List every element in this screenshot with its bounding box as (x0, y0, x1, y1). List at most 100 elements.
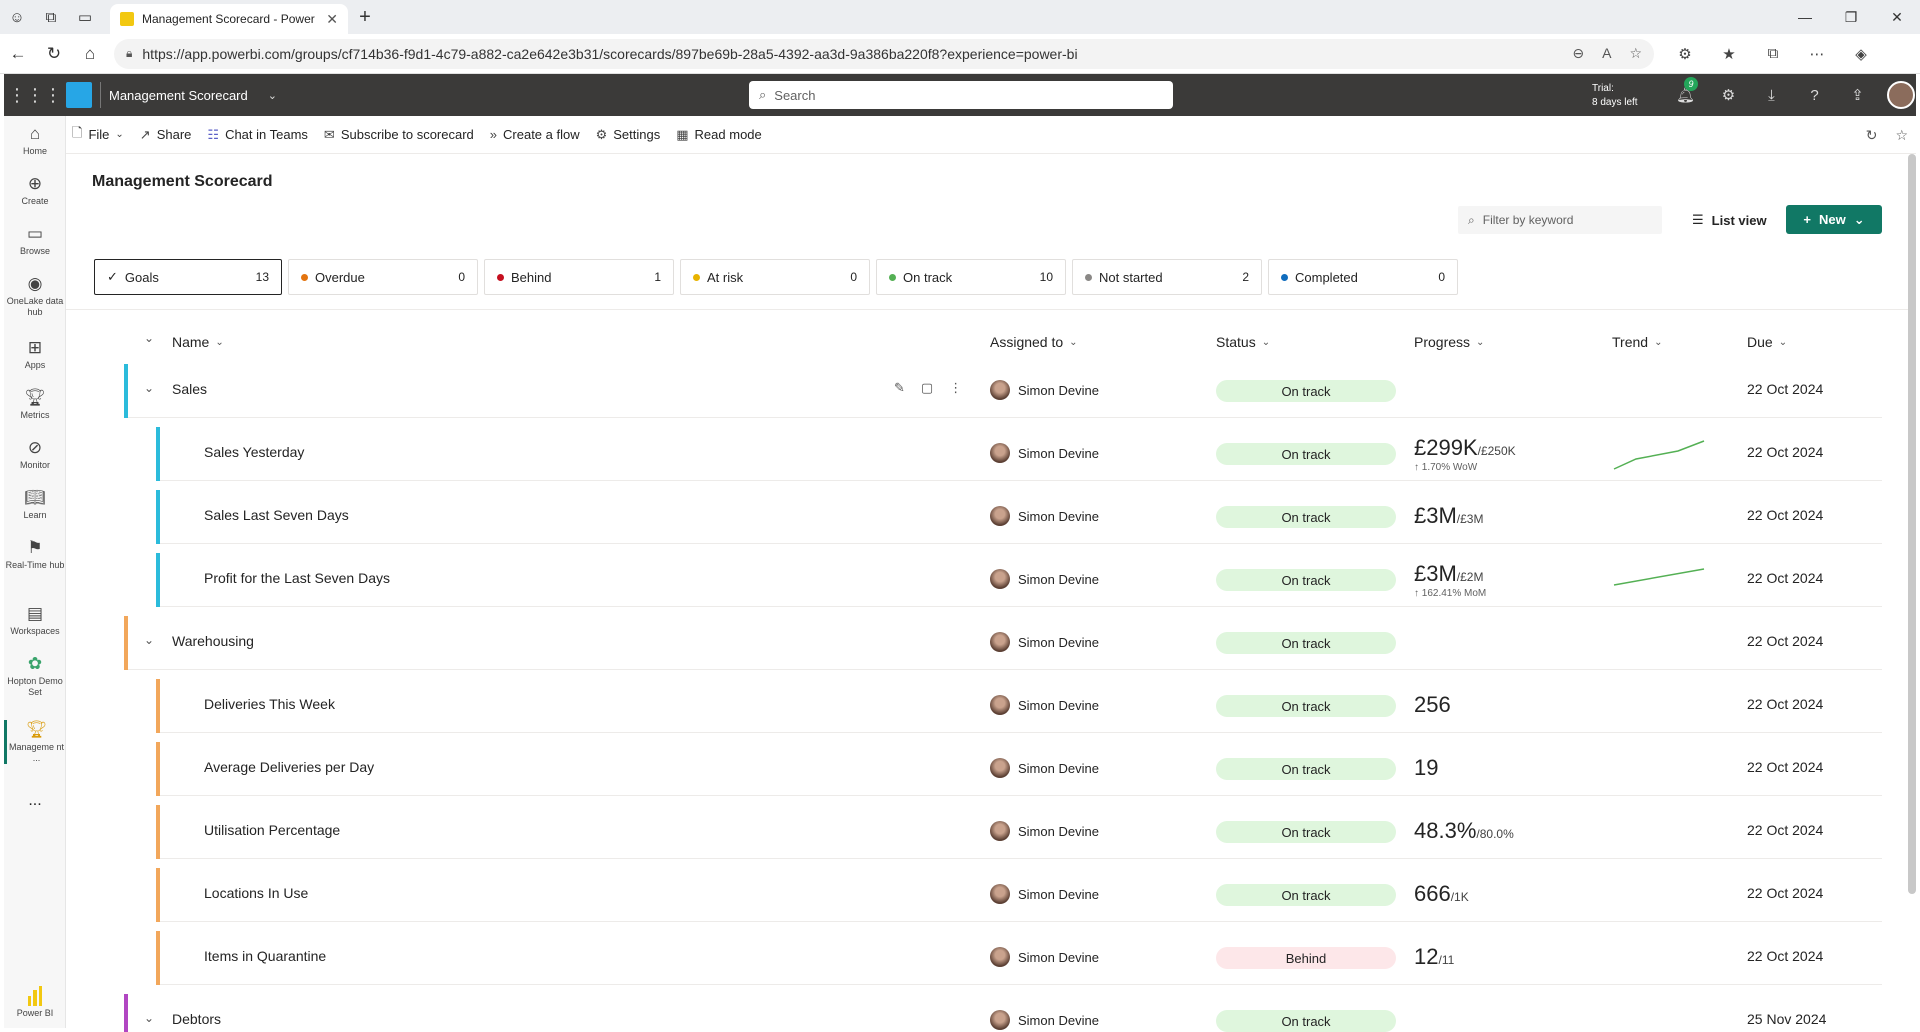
collections-icon[interactable]: ⧉ (1756, 45, 1790, 63)
goal-row[interactable]: Locations In Use Simon Devine On track 666/… (156, 868, 1882, 922)
home-icon[interactable]: ⌂ (72, 36, 108, 72)
goal-row[interactable]: Deliveries This Week Simon Devine On track… (156, 679, 1882, 733)
status-card-overdue[interactable]: Overdue 0 (288, 259, 478, 295)
command-flow[interactable]: » Create a flow (490, 127, 580, 142)
zoom-icon[interactable]: ⊖ (1572, 45, 1584, 62)
assignee[interactable]: Simon Devine (990, 758, 1099, 778)
goal-name[interactable]: Profit for the Last Seven Days (204, 570, 390, 586)
chevron-down-icon[interactable]: ⌄ (268, 89, 277, 102)
chevron-down-icon[interactable]: ⌄ (144, 633, 154, 647)
nav-item-trophy[interactable]: 🏆︎ Metrics (4, 388, 66, 421)
nav-item-workspaces[interactable]: ▤ Workspaces (4, 604, 66, 637)
goal-row[interactable]: Average Deliveries per Day Simon Devine On… (156, 742, 1882, 796)
status-badge[interactable]: On track (1216, 695, 1396, 717)
refresh-icon[interactable]: ↻ (1866, 127, 1878, 144)
more-options-icon[interactable]: ⋮ (949, 380, 962, 396)
status-card-completed[interactable]: Completed 0 (1268, 259, 1458, 295)
copilot-icon[interactable]: ◈ (1844, 45, 1878, 63)
command-gear[interactable]: ⚙ Settings (596, 127, 661, 143)
assignee[interactable]: Simon Devine (990, 569, 1099, 589)
edit-icon[interactable]: ✎ (894, 380, 905, 396)
command-share[interactable]: ↗ Share (140, 127, 192, 143)
column-name[interactable]: Name ⌄ (172, 334, 224, 350)
status-badge[interactable]: On track (1216, 506, 1396, 528)
assignee[interactable]: Simon Devine (990, 695, 1099, 715)
nav-item-scorecard[interactable]: 🏆︎ Manageme nt ... (4, 720, 66, 764)
status-card-goals[interactable]: ✓ Goals 13 (94, 259, 282, 295)
status-badge[interactable]: On track (1216, 1010, 1396, 1032)
command-file[interactable]: 🗋︎ File ⌄ (72, 124, 124, 146)
profile-icon[interactable]: ☺ (0, 0, 34, 34)
nav-item-create[interactable]: ⊕ Create (4, 174, 66, 207)
goal-row[interactable]: Profit for the Last Seven Days Simon Devi… (156, 553, 1882, 607)
assignee[interactable]: Simon Devine (990, 821, 1099, 841)
nav-item-apps[interactable]: ⊞ Apps (4, 338, 66, 371)
status-badge[interactable]: On track (1216, 380, 1396, 402)
status-card-at-risk[interactable]: At risk 0 (680, 259, 870, 295)
goal-name[interactable]: Locations In Use (204, 885, 308, 901)
status-card-behind[interactable]: Behind 1 (484, 259, 674, 295)
browser-tab[interactable]: Management Scorecard - Power BI ✕ (110, 4, 348, 34)
goal-name[interactable]: Average Deliveries per Day (204, 759, 374, 775)
back-icon[interactable]: ← (0, 36, 36, 72)
goal-name[interactable]: Warehousing (172, 633, 254, 649)
status-card-not-started[interactable]: Not started 2 (1072, 259, 1262, 295)
powerbi-home-link[interactable]: Power BI (4, 986, 66, 1019)
command-read-mode[interactable]: ▦ Read mode (676, 127, 762, 143)
goal-name[interactable]: Deliveries This Week (204, 696, 335, 712)
minimize-icon[interactable]: — (1782, 0, 1828, 34)
favorite-star-icon[interactable]: ☆ (1895, 127, 1908, 144)
assignee[interactable]: Simon Devine (990, 632, 1099, 652)
share-feedback-icon[interactable]: ⇪ (1836, 86, 1879, 104)
column-due[interactable]: Due ⌄ (1747, 334, 1787, 350)
read-aloud-icon[interactable]: A (1602, 45, 1611, 62)
collapse-all-icon[interactable]: ⌄ (144, 331, 154, 345)
command-subscribe[interactable]: ✉ Subscribe to scorecard (324, 127, 474, 143)
new-tab-button[interactable]: + (348, 6, 382, 29)
favorites-icon[interactable]: ★ (1712, 45, 1746, 63)
assignee[interactable]: Simon Devine (990, 884, 1099, 904)
more-icon[interactable]: ⋯ (1800, 45, 1834, 63)
goal-row[interactable]: Items in Quarantine Simon Devine Behind 12/… (156, 931, 1882, 985)
comment-icon[interactable]: ▢ (921, 380, 933, 396)
chevron-down-icon[interactable]: ⌄ (144, 1011, 154, 1025)
nav-item-realtime[interactable]: ⚑ Real-Time hub (4, 538, 66, 571)
assignee[interactable]: Simon Devine (990, 1010, 1099, 1030)
status-card-on-track[interactable]: On track 10 (876, 259, 1066, 295)
goal-group-row[interactable]: ⌄ Sales ✎ ▢ ⋮ Simon Devine On track 22 Oct 2024 (124, 364, 1882, 418)
goal-name[interactable]: Debtors (172, 1011, 221, 1027)
command-teams[interactable]: ☷ Chat in Teams (207, 127, 308, 143)
status-badge[interactable]: On track (1216, 884, 1396, 906)
url-field[interactable]: 🔒︎ https://app.powerbi.com/groups/cf714b… (114, 38, 1654, 69)
column-assigned[interactable]: Assigned to ⌄ (990, 334, 1078, 350)
goal-name[interactable]: Items in Quarantine (204, 948, 326, 964)
goal-name[interactable]: Utilisation Percentage (204, 822, 340, 838)
nav-item-onelake[interactable]: ◉ OneLake data hub (4, 274, 66, 318)
goal-row[interactable]: Utilisation Percentage Simon Devine On tra… (156, 805, 1882, 859)
tab-actions-icon[interactable]: ▭ (68, 0, 102, 34)
goal-name[interactable]: Sales Yesterday (204, 444, 304, 460)
refresh-icon[interactable]: ↻ (36, 36, 72, 72)
column-status[interactable]: Status ⌄ (1216, 334, 1270, 350)
goal-group-row[interactable]: ⌄ Warehousing Simon Devine On track 22 Oct 2… (124, 616, 1882, 670)
app-launcher-icon[interactable]: ⋮⋮⋮ (4, 85, 66, 106)
assignee[interactable]: Simon Devine (990, 506, 1099, 526)
status-badge[interactable]: On track (1216, 569, 1396, 591)
list-view-button[interactable]: ☰ List view (1692, 206, 1767, 234)
restore-icon[interactable]: ❐ (1828, 0, 1874, 34)
status-badge[interactable]: On track (1216, 443, 1396, 465)
assignee[interactable]: Simon Devine (990, 380, 1099, 400)
nav-item-workspace[interactable]: ✿ Hopton Demo Set (4, 654, 66, 698)
user-avatar[interactable] (1887, 81, 1915, 109)
nav-item-folder[interactable]: ▭ Browse (4, 224, 66, 257)
app-name[interactable]: Management Scorecard (109, 88, 248, 103)
status-badge[interactable]: Behind (1216, 947, 1396, 969)
new-button[interactable]: + New ⌄ (1786, 205, 1882, 234)
filter-input[interactable]: ⌕ Filter by keyword (1458, 206, 1662, 234)
assignee[interactable]: Simon Devine (990, 947, 1099, 967)
status-badge[interactable]: On track (1216, 821, 1396, 843)
nav-item-monitor[interactable]: ⊘ Monitor (4, 438, 66, 471)
close-window-icon[interactable]: ✕ (1874, 0, 1920, 34)
help-icon[interactable]: ? (1793, 87, 1836, 104)
more-icon[interactable]: ... (4, 792, 66, 810)
